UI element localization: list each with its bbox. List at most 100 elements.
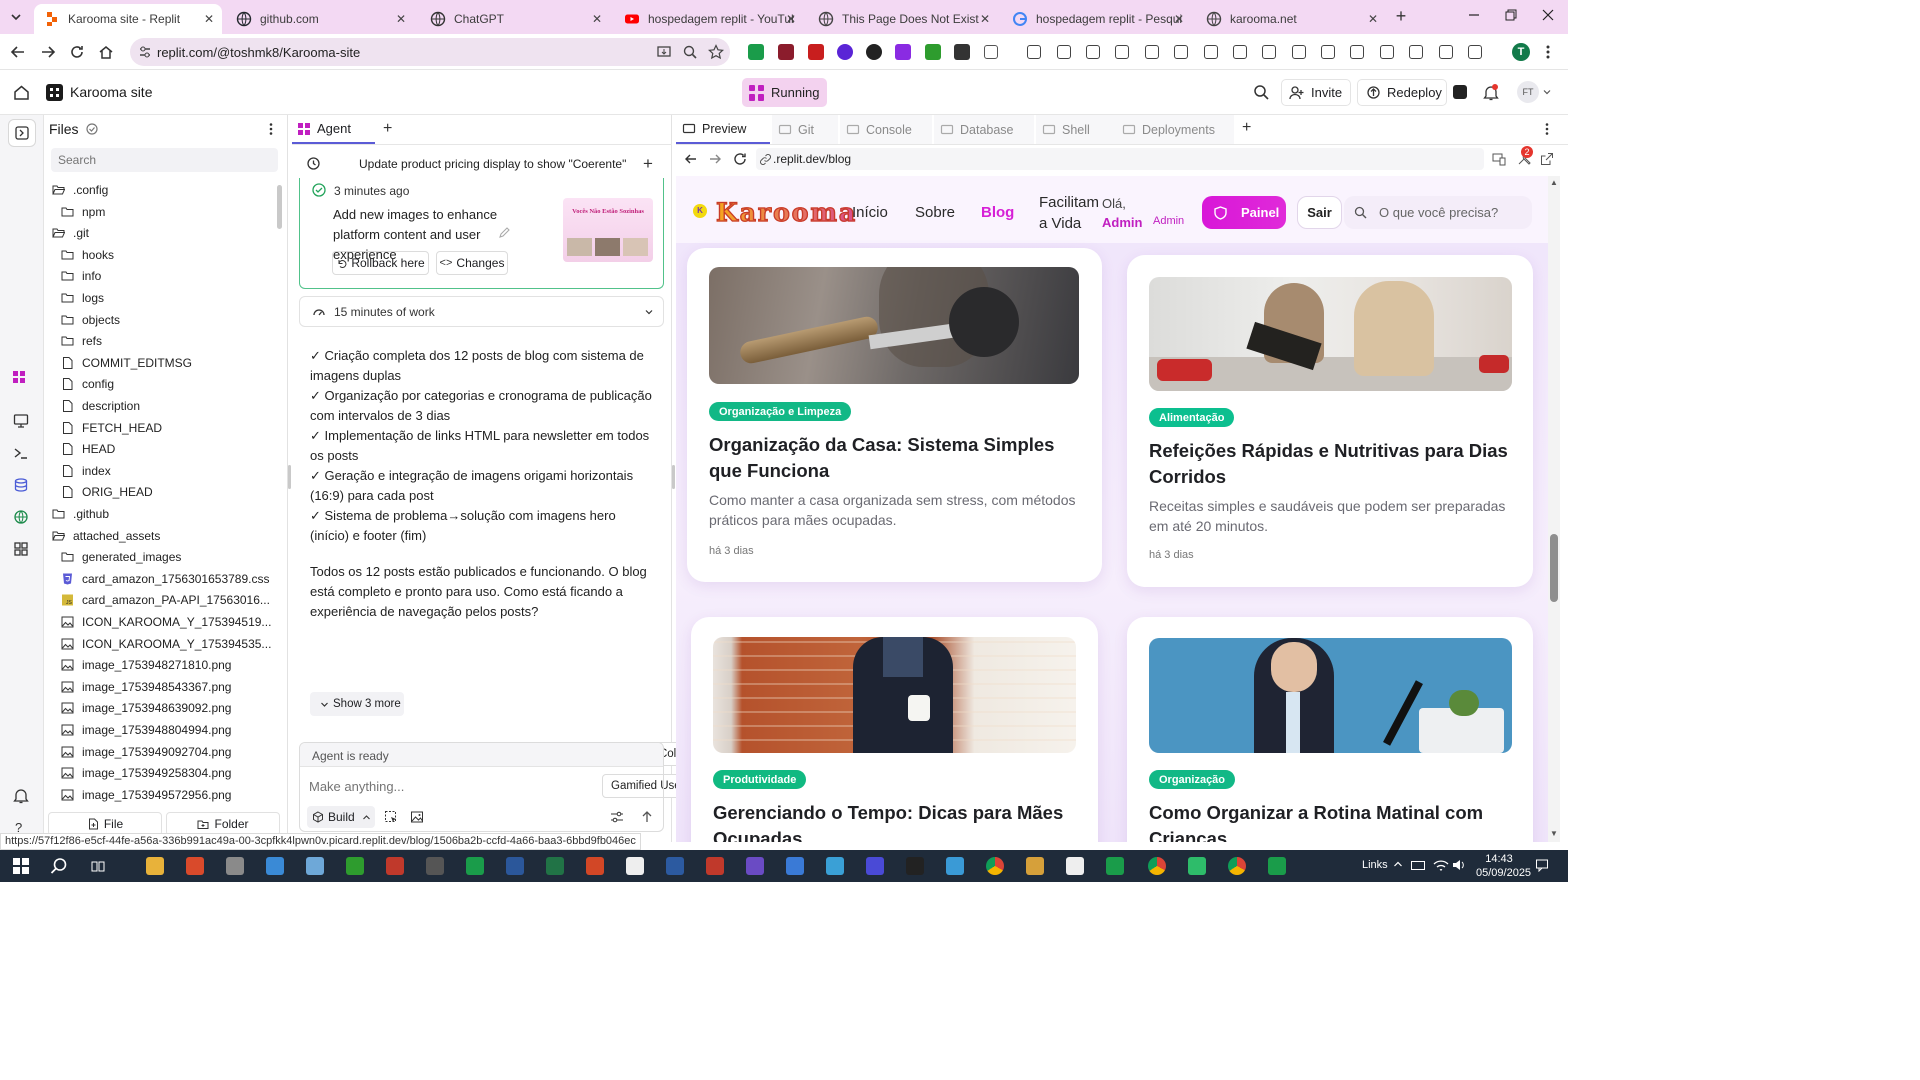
- tab-database[interactable]: Database: [934, 115, 1034, 144]
- close-tab-icon[interactable]: ✕: [1368, 12, 1378, 26]
- app-icon[interactable]: [786, 857, 804, 875]
- browser-menu-button[interactable]: [1545, 44, 1551, 60]
- clock[interactable]: 14:43 05/09/2025: [1476, 852, 1531, 880]
- chrome-icon[interactable]: [1228, 857, 1246, 875]
- close-tab-icon[interactable]: ✕: [980, 12, 990, 26]
- attach-image-icon[interactable]: [410, 810, 424, 824]
- lens-icon[interactable]: [1233, 45, 1247, 59]
- bookmarks-icon[interactable]: [1468, 45, 1482, 59]
- install-app-icon[interactable]: [656, 44, 672, 60]
- app-icon[interactable]: [866, 857, 884, 875]
- tab-shell[interactable]: Shell: [1036, 115, 1118, 144]
- all-tools-button[interactable]: [13, 541, 29, 557]
- ext-purple-icon[interactable]: [837, 44, 853, 60]
- file-item[interactable]: JS card_amazon_PA-API_17563016...: [61, 590, 270, 610]
- ext-n-icon[interactable]: [954, 44, 970, 60]
- preview-url-bar[interactable]: .replit.dev/blog: [756, 148, 1484, 170]
- file-item[interactable]: description: [61, 396, 140, 416]
- volume-icon[interactable]: [1451, 858, 1465, 872]
- add-tab-button[interactable]: +: [383, 120, 392, 138]
- changes-button[interactable]: <> Changes: [436, 251, 508, 275]
- forward-button[interactable]: [40, 44, 56, 60]
- redeploy-button[interactable]: Redeploy: [1357, 79, 1447, 106]
- cast-icon[interactable]: [1380, 45, 1394, 59]
- show-more-button[interactable]: Show 3 more: [310, 692, 404, 716]
- print-icon[interactable]: [1204, 45, 1218, 59]
- blog-card[interactable]: Organização e Limpeza Organização da Cas…: [687, 248, 1102, 582]
- start-button[interactable]: [13, 858, 29, 874]
- category-badge[interactable]: Organização e Limpeza: [709, 402, 852, 421]
- restore-button[interactable]: [1504, 8, 1518, 22]
- browser-tab[interactable]: github.com ✕: [226, 4, 414, 34]
- work-summary-toggle[interactable]: 15 minutes of work: [299, 296, 664, 327]
- file-item[interactable]: ICON_KAROOMA_Y_175394535...: [61, 634, 271, 654]
- history-icon[interactable]: [1145, 45, 1159, 59]
- battery-icon[interactable]: [1411, 861, 1425, 870]
- scroll-down-arrow[interactable]: ▼: [1550, 829, 1558, 838]
- folder-item[interactable]: logs: [61, 288, 104, 308]
- table-icon[interactable]: [1409, 45, 1423, 59]
- file-item[interactable]: image_1753949092704.png: [61, 742, 231, 762]
- files-tool-button[interactable]: [8, 119, 36, 147]
- preview-reload-button[interactable]: [733, 152, 747, 166]
- bookmark-star-icon[interactable]: [708, 44, 724, 60]
- rollback-button[interactable]: Rollback here: [332, 251, 429, 275]
- tab-console[interactable]: Console: [840, 115, 932, 144]
- scroll-up-arrow[interactable]: ▲: [1550, 178, 1558, 187]
- app-icon[interactable]: [386, 857, 404, 875]
- folder-item[interactable]: refs: [61, 331, 102, 351]
- blog-card[interactable]: Organização Como Organizar a Rotina Mati…: [1127, 617, 1533, 842]
- tab-search-button[interactable]: [8, 9, 24, 25]
- app-icon[interactable]: [426, 857, 444, 875]
- file-item[interactable]: COMMIT_EDITMSG: [61, 353, 192, 373]
- tab-deployments[interactable]: Deployments: [1116, 115, 1234, 144]
- links-toolbar[interactable]: Links: [1362, 859, 1388, 871]
- reader-icon[interactable]: [1115, 45, 1129, 59]
- preview-scrollbar-thumb[interactable]: [1550, 534, 1558, 602]
- translate-icon[interactable]: [1262, 45, 1276, 59]
- browser-tab[interactable]: ChatGPT ✕: [420, 4, 610, 34]
- address-bar[interactable]: replit.com/@toshmk8/Karooma-site: [130, 38, 730, 66]
- home-button[interactable]: [98, 44, 114, 60]
- file-item[interactable]: card_amazon_1756301653789.css: [61, 569, 269, 589]
- checkpoint-thumbnail[interactable]: Vocês Não Estão Sozinhas: [563, 198, 653, 262]
- blog-card[interactable]: Alimentação Refeições Rápidas e Nutritiv…: [1127, 255, 1533, 587]
- close-window-button[interactable]: [1541, 8, 1555, 22]
- tray-chevron-up-icon[interactable]: [1393, 859, 1403, 869]
- invite-button[interactable]: Invite: [1281, 79, 1351, 106]
- location-icon[interactable]: [1086, 45, 1100, 59]
- open-new-tab-button[interactable]: [1540, 152, 1554, 166]
- app-icon[interactable]: [1066, 857, 1084, 875]
- file-item[interactable]: image_1753949258304.png: [61, 763, 231, 783]
- category-badge[interactable]: Produtividade: [713, 770, 807, 789]
- file-item[interactable]: image_1753948804994.png: [61, 720, 231, 740]
- google-drive-icon[interactable]: [1106, 857, 1124, 875]
- app-icon[interactable]: [346, 857, 364, 875]
- ext-flag-icon[interactable]: [778, 44, 794, 60]
- account-menu[interactable]: FT: [1517, 81, 1552, 103]
- browser-tab[interactable]: This Page Does Not Exist ✕: [808, 4, 998, 34]
- agent-prompt-input[interactable]: [309, 775, 649, 797]
- file-item[interactable]: FETCH_HEAD: [61, 418, 162, 438]
- tab-preview[interactable]: Preview: [676, 115, 770, 144]
- nav-facilitam[interactable]: Facilitam a Vida: [1039, 192, 1105, 234]
- folder-item[interactable]: objects: [61, 310, 120, 330]
- file-item[interactable]: image_1753948639092.png: [61, 698, 231, 718]
- file-item[interactable]: HEAD: [61, 439, 115, 459]
- nav-inicio[interactable]: Início: [852, 204, 888, 221]
- app-icon[interactable]: [1268, 857, 1286, 875]
- close-tab-icon[interactable]: ✕: [592, 12, 602, 26]
- nav-blog[interactable]: Blog: [981, 204, 1014, 221]
- ext-dark-icon[interactable]: [866, 44, 882, 60]
- notification-center-button[interactable]: [1535, 858, 1549, 872]
- category-badge[interactable]: Organização: [1149, 770, 1236, 789]
- post-title[interactable]: Como Organizar a Rotina Matinal com Cria…: [1149, 800, 1519, 842]
- file-item[interactable]: image_1753948271810.png: [61, 655, 231, 675]
- file-item[interactable]: index: [61, 461, 111, 481]
- chrome-icon[interactable]: [986, 857, 1004, 875]
- agent-tool-button[interactable]: [11, 369, 31, 385]
- extensions-puzzle-icon[interactable]: [984, 45, 998, 59]
- file-item[interactable]: image_1753948543367.png: [61, 677, 231, 697]
- category-badge[interactable]: Alimentação: [1149, 408, 1235, 427]
- app-icon[interactable]: [1188, 857, 1206, 875]
